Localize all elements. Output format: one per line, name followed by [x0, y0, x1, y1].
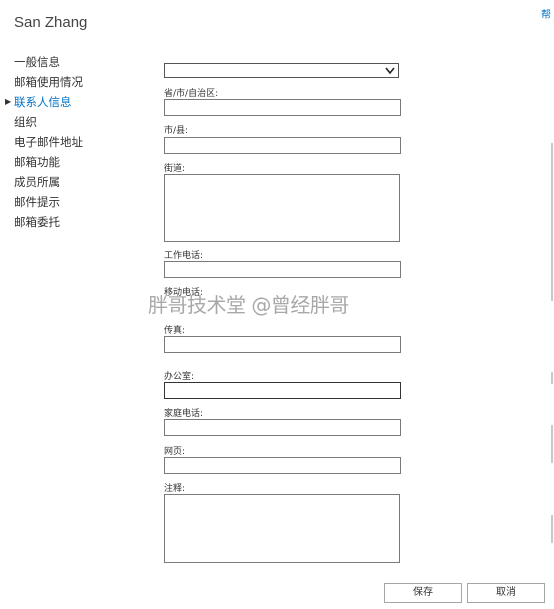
nav-item-mailbox-features[interactable]: 邮箱功能: [14, 152, 124, 172]
page-title: San Zhang: [14, 14, 88, 31]
office-input[interactable]: [164, 382, 401, 399]
street-label: 街道:: [164, 164, 186, 174]
work-phone-input[interactable]: [164, 261, 401, 278]
help-link[interactable]: 帮: [541, 6, 551, 21]
nav-item-email-address[interactable]: 电子邮件地址: [14, 132, 124, 152]
watermark-text: 胖哥技术堂 @曾经胖哥: [148, 293, 349, 317]
nav-item-organization[interactable]: 组织: [14, 112, 124, 132]
nav-item-member-of[interactable]: 成员所属: [14, 172, 124, 192]
scrollbar-track-segment: [551, 515, 553, 543]
notes-textarea[interactable]: [164, 494, 400, 563]
nav-item-label: 组织: [14, 115, 37, 129]
province-input[interactable]: [164, 99, 401, 116]
save-button[interactable]: 保存: [384, 583, 462, 603]
nav-item-label: 邮件提示: [14, 195, 60, 209]
city-input[interactable]: [164, 137, 401, 154]
home-phone-label: 家庭电话:: [164, 409, 204, 419]
nav-item-contact-info[interactable]: ▶ 联系人信息: [5, 92, 124, 112]
nav-item-label: 邮箱委托: [14, 215, 60, 229]
selected-arrow-icon: ▶: [5, 97, 12, 106]
webpage-input[interactable]: [164, 457, 401, 474]
street-textarea[interactable]: [164, 174, 400, 242]
fax-label: 传真:: [164, 326, 186, 336]
webpage-label: 网页:: [164, 447, 186, 457]
province-label: 省/市/自治区:: [164, 89, 219, 99]
notes-label: 注释:: [164, 484, 186, 494]
fax-input[interactable]: [164, 336, 401, 353]
scrollbar-track-segment: [551, 372, 553, 384]
nav-item-label: 邮箱使用情况: [14, 75, 83, 89]
work-phone-label: 工作电话:: [164, 251, 204, 261]
nav-item-mailbox-delegation[interactable]: 邮箱委托: [14, 212, 124, 232]
sidebar-nav: 一般信息 邮箱使用情况 ▶ 联系人信息 组织 电子邮件地址 邮箱功能 成员所属 邮…: [5, 52, 124, 232]
nav-item-general[interactable]: 一般信息: [14, 52, 124, 72]
scrollbar-track[interactable]: [551, 143, 553, 301]
cancel-button[interactable]: 取消: [467, 583, 545, 603]
city-label: 市/县:: [164, 126, 189, 136]
nav-item-label: 电子邮件地址: [14, 135, 83, 149]
scrollbar-track-segment: [551, 425, 553, 463]
home-phone-input[interactable]: [164, 419, 401, 436]
office-label: 办公室:: [164, 372, 195, 382]
nav-item-label: 一般信息: [14, 55, 60, 69]
nav-item-mailbox-usage[interactable]: 邮箱使用情况: [14, 72, 124, 92]
nav-item-label: 联系人信息: [14, 95, 72, 109]
chevron-down-icon: [385, 67, 395, 75]
nav-item-mail-tips[interactable]: 邮件提示: [14, 192, 124, 212]
nav-item-label: 邮箱功能: [14, 155, 60, 169]
country-select[interactable]: [164, 63, 399, 78]
nav-item-label: 成员所属: [14, 175, 60, 189]
